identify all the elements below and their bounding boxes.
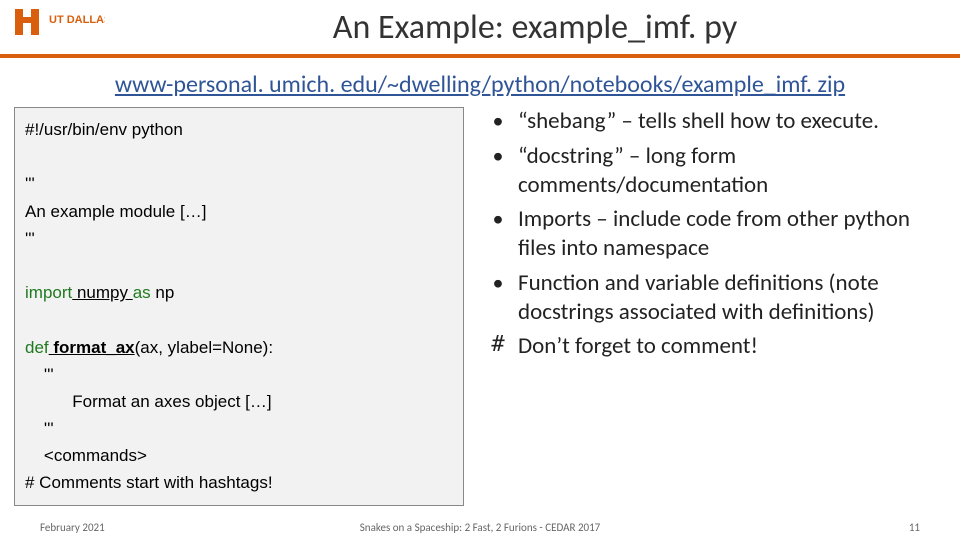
content-area: #!/usr/bin/env python ''' An example mod… xyxy=(0,107,960,506)
bullet-item: • Imports – include code from other pyth… xyxy=(478,205,946,263)
code-block: #!/usr/bin/env python ''' An example mod… xyxy=(14,107,464,506)
bullet-item: • “docstring” – long form comments/docum… xyxy=(478,142,946,200)
code-func-args: (ax, ylabel=None): xyxy=(135,338,273,357)
logo-text: UT DALLAS xyxy=(49,14,105,26)
bullet-text: Imports – include code from other python… xyxy=(518,205,946,263)
hash-marker: # xyxy=(478,332,518,361)
bullet-marker: • xyxy=(478,205,518,263)
header-bar: UT DALLAS An Example: example_imf. py xyxy=(0,0,960,58)
footer-date: February 2021 xyxy=(40,521,260,534)
footer-page-number: 11 xyxy=(700,521,920,534)
bullet-text: Function and variable definitions (note … xyxy=(518,269,946,327)
bullet-text: Don’t forget to comment! xyxy=(518,332,946,361)
source-url-link[interactable]: www-personal. umich. edu/~dwelling/pytho… xyxy=(0,70,960,99)
code-line-docstring-close: ''' xyxy=(25,229,35,248)
code-keyword-as: as xyxy=(133,283,151,302)
slide-title: An Example: example_imf. py xyxy=(110,7,960,48)
footer-title: Snakes on a Spaceship: 2 Fast, 2 Furions… xyxy=(260,521,700,534)
code-line-inner-doc-open: ''' xyxy=(25,365,54,384)
slide: UT DALLAS An Example: example_imf. py ww… xyxy=(0,0,960,540)
code-keyword-import: import xyxy=(25,283,72,302)
code-func-name: format_ax xyxy=(49,338,135,357)
bullet-item: • “shebang” – tells shell how to execute… xyxy=(478,107,946,136)
bullet-item: # Don’t forget to comment! xyxy=(478,332,946,361)
bullet-item: • Function and variable definitions (not… xyxy=(478,269,946,327)
code-line-commands: <commands> xyxy=(25,446,147,465)
bullet-marker: • xyxy=(478,142,518,200)
bullet-marker: • xyxy=(478,269,518,327)
bullet-text: “docstring” – long form comments/documen… xyxy=(518,142,946,200)
code-line-docstring-open: ''' xyxy=(25,174,35,193)
code-keyword-def: def xyxy=(25,338,49,357)
code-module-numpy: numpy xyxy=(72,283,132,302)
utd-logo: UT DALLAS xyxy=(0,0,110,56)
footer: February 2021 Snakes on a Spaceship: 2 F… xyxy=(0,521,960,534)
bullet-text: “shebang” – tells shell how to execute. xyxy=(518,107,946,136)
code-line-inner-doc-body: Format an axes object […] xyxy=(25,392,272,411)
code-line-comment: # Comments start with hashtags! xyxy=(25,473,273,492)
bullet-list: • “shebang” – tells shell how to execute… xyxy=(478,107,946,506)
code-line-shebang: #!/usr/bin/env python xyxy=(25,120,183,139)
code-line-docstring-body: An example module […] xyxy=(25,202,206,221)
bullet-marker: • xyxy=(478,107,518,136)
code-alias-np: np xyxy=(151,283,175,302)
code-line-inner-doc-close: ''' xyxy=(25,419,54,438)
